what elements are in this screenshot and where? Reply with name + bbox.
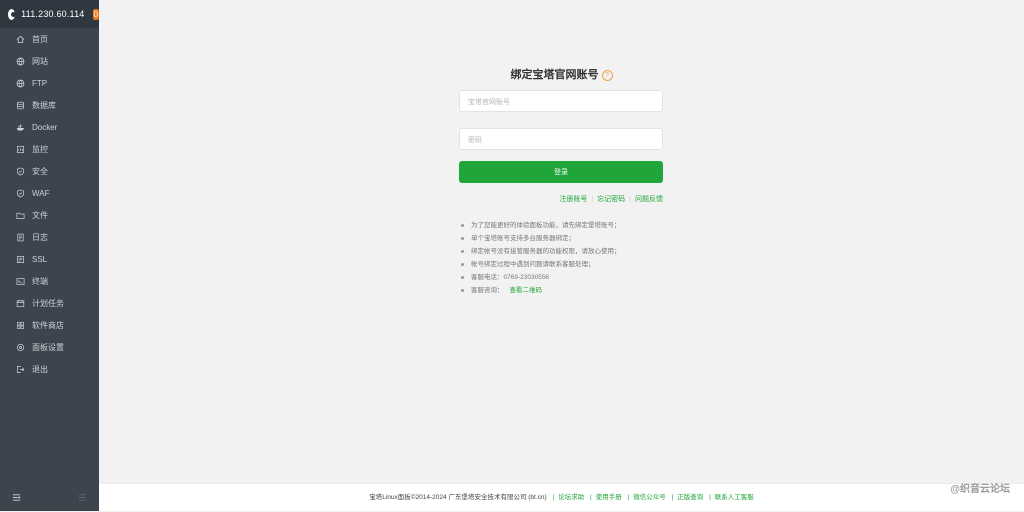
tip-text: 绑定帐号没有接管服务器的功能权限，请放心使用； [471,248,621,255]
sidebar-item-label: FTP [32,78,48,88]
account-input[interactable] [460,92,662,113]
sidebar-menu: 首页网站 FTP 数据库 Docker 监控安全 WAF 文件日志 SSL 终端计划任务软件商店… [0,28,99,380]
bt-logo-icon [8,8,17,20]
sidebar-item-label: 文件 [32,210,48,220]
certificate-icon [16,255,25,264]
sidebar-item-label: 软件商店 [32,320,64,330]
folder-icon [16,211,25,220]
tip-item: 绑定帐号没有接管服务器的功能权限，请放心使用； [459,245,719,258]
sidebar-item-label: 终端 [32,276,48,286]
grid-icon [16,321,25,330]
sidebar-item-label: 计划任务 [32,298,64,308]
login-title: 绑定宝塔官网账号 [510,69,599,81]
watermark: @织音云论坛 [950,484,1010,495]
sidebar-item-label: 安全 [32,166,48,176]
sidebar-item[interactable]: 退出 [0,358,99,380]
account-field[interactable] [459,90,663,113]
globe-icon [16,79,25,88]
sidebar-item-label: 退出 [32,364,48,374]
home-icon [16,35,25,44]
sidebar-item-label: WAF [32,188,50,198]
sidebar-item[interactable]: 面板设置 [0,336,99,358]
log-icon [16,233,25,242]
sidebar-item-label: Docker [32,122,58,132]
login-title-row: 绑定宝塔官网账号? [99,66,1024,82]
shield-icon [16,167,25,176]
bullet-dot [461,289,464,292]
globe-icon [16,57,25,66]
sidebar-item[interactable]: 终端 [0,270,99,292]
sidebar-item-label: SSL [32,254,48,264]
login-links: 注册账号 | 忘记密码 | 问题反馈 [559,196,663,203]
footer-link-support[interactable]: 联系人工客服 [715,494,754,501]
tip-item: 单个宝塔账号支持多台服务器绑定； [459,232,719,245]
server-ip: 111.230.60.114 [21,9,85,19]
register-link[interactable]: 注册账号 [559,196,587,203]
page-footer: 宝塔Linux面板©2014-2024 广东堡塔安全技术有限公司 (bt.cn)… [99,483,1024,511]
sidebar-item[interactable]: 安全 [0,160,99,182]
bullet-dot [461,224,464,227]
feedback-link[interactable]: 问题反馈 [635,196,663,203]
sidebar-item-label: 首页 [32,34,48,44]
sidebar-item[interactable]: 首页 [0,28,99,50]
sidebar-item[interactable]: 网站 [0,50,99,72]
sidebar-item[interactable]: 文件 [0,204,99,226]
tip-item: 为了您能更好的体验面板功能，请先绑定堡塔账号； [459,219,719,232]
tip-text: 客服咨询： [471,287,504,294]
tips-list: 为了您能更好的体验面板功能，请先绑定堡塔账号； 单个宝塔账号支持多台服务器绑定； 绑… [459,219,719,297]
qrcode-link[interactable]: 查看二维码 [510,284,543,297]
terminal-icon [16,277,25,286]
sidebar-item-label: 面板设置 [32,342,64,352]
sidebar-item-label: 监控 [32,144,48,154]
monitor-icon [16,145,25,154]
tip-text: 为了您能更好的体验面板功能，请先绑定堡塔账号； [471,222,621,229]
footer-link-wechat[interactable]: 微信公众号 [633,494,666,501]
docker-icon [16,123,25,132]
sidebar-item-label: 网站 [32,56,48,66]
sidebar-item[interactable]: 计划任务 [0,292,99,314]
settings-icon [16,343,25,352]
shield-icon [16,189,25,198]
calendar-icon [16,299,25,308]
sidebar-header: 111.230.60.114 0 [0,0,99,28]
menu-list-icon[interactable] [78,493,87,502]
tip-text: 客服电话：0769-23030556 [471,274,550,281]
sidebar-item[interactable]: 软件商店 [0,314,99,336]
password-input[interactable] [460,130,662,151]
collapse-sidebar-icon[interactable] [12,493,21,502]
tip-text: 帐号绑定过程中遇到问题请联系客服处理； [471,261,595,268]
bullet-dot [461,250,464,253]
sidebar-item[interactable]: WAF [0,182,99,204]
sidebar-item[interactable]: SSL [0,248,99,270]
sidebar-item[interactable]: FTP [0,72,99,94]
sidebar-item[interactable]: 监控 [0,138,99,160]
bullet-dot [461,237,464,240]
bullet-dot [461,276,464,279]
sidebar-item[interactable]: 日志 [0,226,99,248]
tip-item: 客服电话：0769-23030556 [459,271,719,284]
footer-link-forum[interactable]: 论坛求助 [558,494,584,501]
tip-item: 客服咨询： 查看二维码 [459,284,719,297]
database-icon [16,101,25,110]
footer-link-manual[interactable]: 使用手册 [596,494,622,501]
sidebar-item[interactable]: 数据库 [0,94,99,116]
logout-icon [16,365,25,374]
sidebar: 111.230.60.114 0 首页网站 FTP 数据库 Docker 监控安全 WAF… [0,0,99,511]
login-button[interactable]: 登录 [459,161,663,183]
sidebar-item[interactable]: Docker [0,116,99,138]
sidebar-item-label: 日志 [32,232,48,242]
password-field[interactable] [459,128,663,151]
sidebar-item-label: 数据库 [32,100,56,110]
tip-item: 帐号绑定过程中遇到问题请联系客服处理； [459,258,719,271]
bullet-dot [461,263,464,266]
sidebar-footer [0,483,99,511]
footer-link-license[interactable]: 正版查询 [677,494,703,501]
forgot-password-link[interactable]: 忘记密码 [597,196,625,203]
footer-copyright: 宝塔Linux面板©2014-2024 广东堡塔安全技术有限公司 (bt.cn) [369,494,547,501]
main-content: 绑定宝塔官网账号? 登录 注册账号|忘记密码|问题反馈 为了您能更好的体验面板功… [99,0,1024,511]
help-icon[interactable]: ? [601,70,613,81]
tip-text: 单个宝塔账号支持多台服务器绑定； [471,235,575,242]
